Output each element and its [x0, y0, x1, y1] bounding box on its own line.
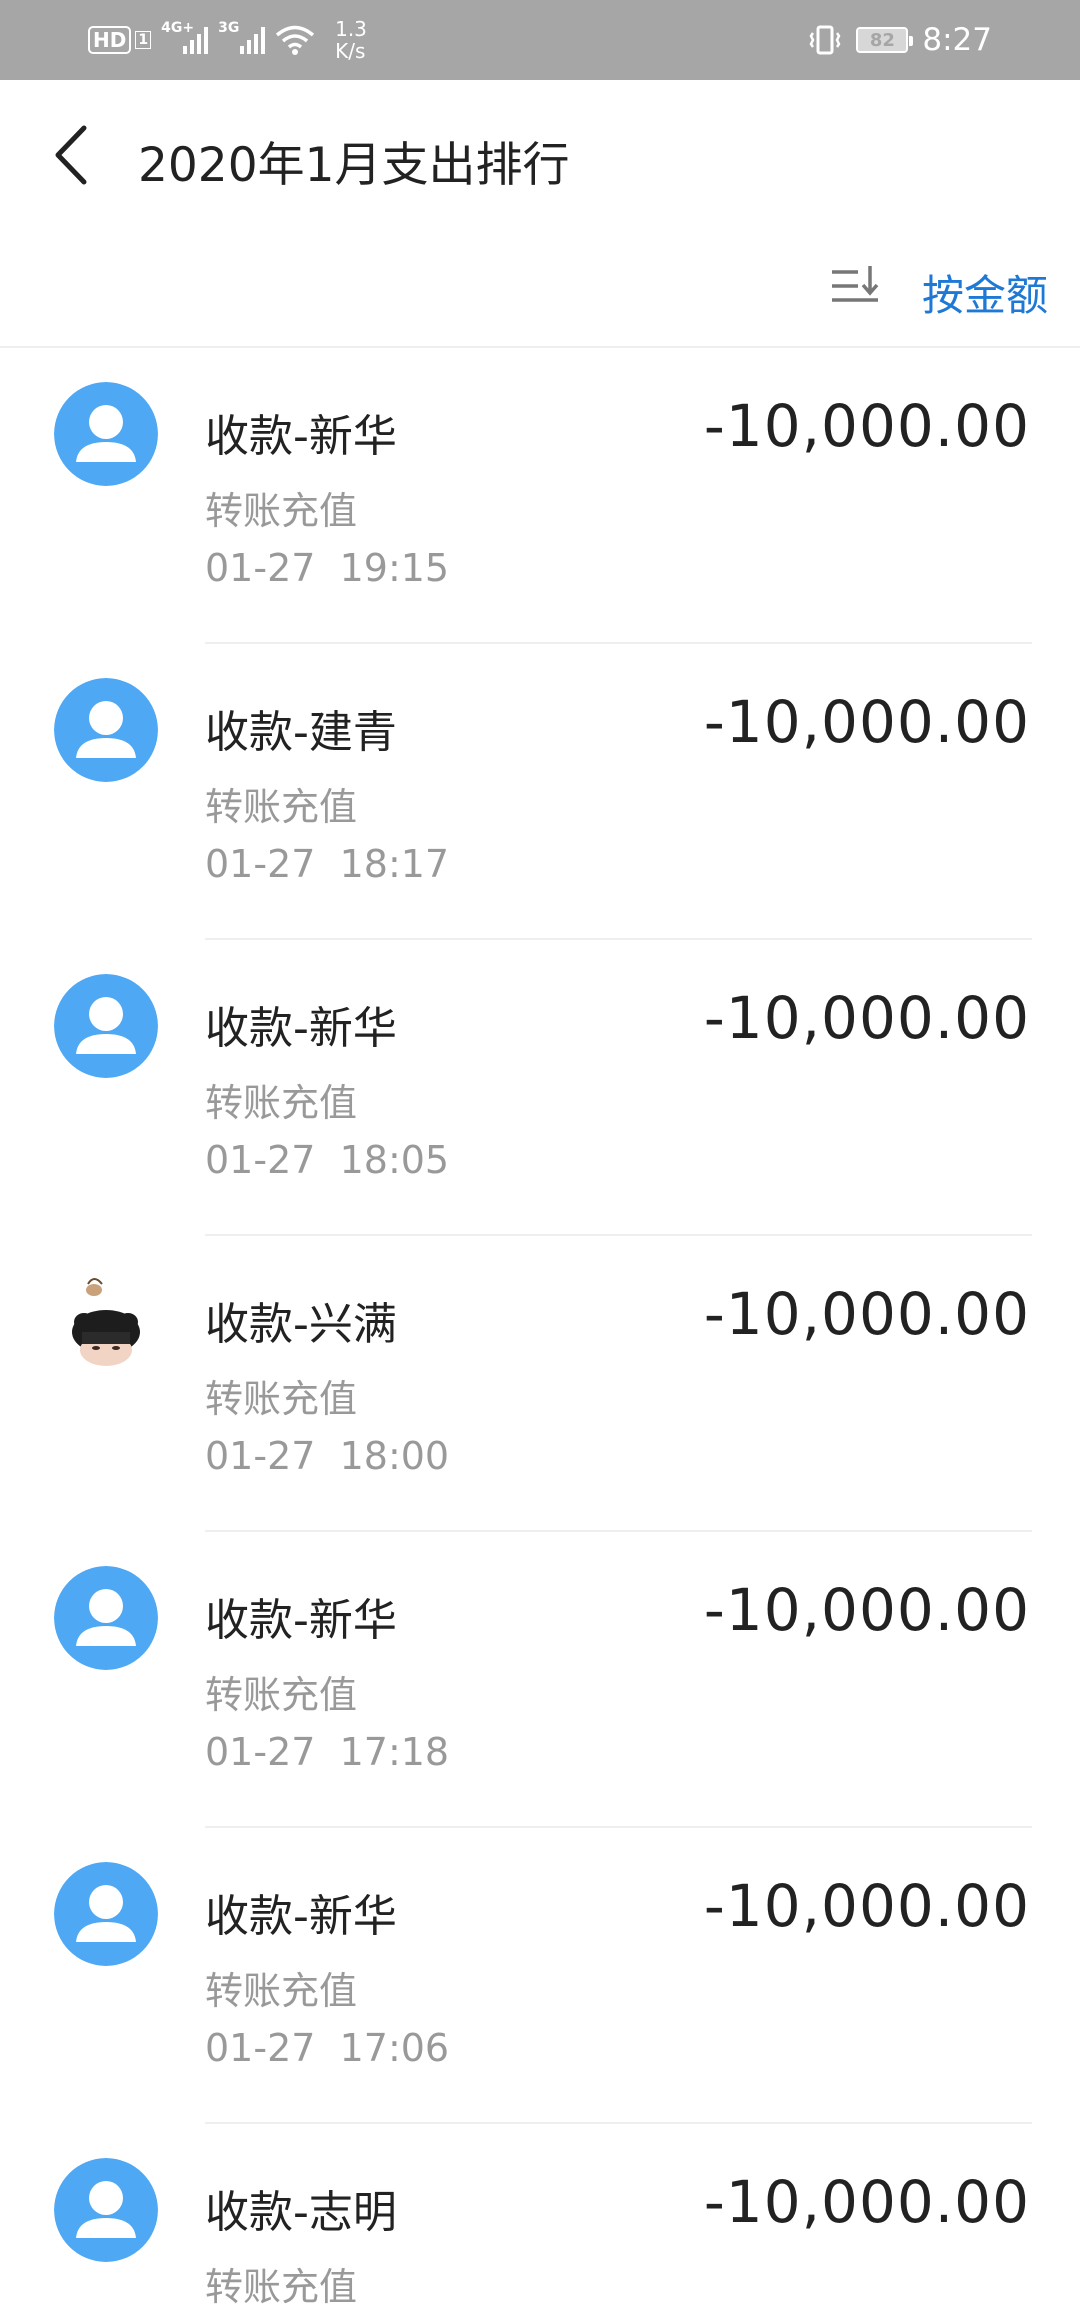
default-avatar-icon [54, 382, 158, 486]
transaction-datetime: 01-27 19:15 [205, 546, 449, 590]
clock: 8:27 [922, 22, 992, 58]
default-avatar-icon [54, 1862, 158, 1966]
list-item[interactable]: 收款-建青 转账充值 01-27 18:17 -10,000.00 [0, 644, 1080, 940]
transaction-date: 01-27 [205, 1434, 316, 1478]
battery-icon: 82 [856, 27, 914, 53]
hd-badge: HD [88, 26, 132, 54]
list-item[interactable]: 收款-兴满 转账充值 01-27 18:00 -10,000.00 [0, 1236, 1080, 1532]
list-item[interactable]: 收款-志明 转账充值 -10,000.00 [0, 2124, 1080, 2312]
default-avatar-icon [54, 974, 158, 1078]
list-item[interactable]: 收款-新华 转账充值 01-27 19:15 -10,000.00 [0, 348, 1080, 644]
default-avatar-icon [54, 1566, 158, 1670]
sort-bar: 按金额 [0, 240, 1080, 348]
transaction-time: 18:00 [339, 1434, 450, 1478]
back-arrow-icon[interactable] [48, 120, 98, 190]
status-bar: HD 1 4G+ 3G 1.3 K/s 82 8:27 [0, 0, 1080, 80]
page-title: 2020年1月支出排行 [138, 138, 570, 193]
speed-value: 1.3 [335, 17, 367, 41]
payee-name: 收款-兴满 [205, 1299, 397, 1350]
avatar [54, 1862, 158, 1966]
transaction-datetime: 01-27 17:18 [205, 1730, 449, 1774]
sim-slot-label: 1 [135, 31, 152, 49]
status-right: 82 8:27 [808, 16, 992, 64]
transaction-time: 18:17 [339, 842, 450, 886]
transaction-amount: -10,000.00 [703, 1872, 1030, 1940]
sort-by-amount-button[interactable]: 按金额 [922, 262, 1048, 323]
avatar [54, 974, 158, 1078]
transaction-type: 转账充值 [205, 1969, 358, 2013]
transaction-time: 17:18 [339, 1730, 450, 1774]
photo-avatar-icon [54, 1270, 158, 1374]
payee-name: 收款-新华 [205, 411, 397, 462]
list-item[interactable]: 收款-新华 转账充值 01-27 17:06 -10,000.00 [0, 1828, 1080, 2124]
transaction-date: 01-27 [205, 1730, 316, 1774]
payee-name: 收款-新华 [205, 1003, 397, 1054]
avatar [54, 678, 158, 782]
transaction-type: 转账充值 [205, 1081, 358, 1125]
signal-4g: 4G+ [161, 20, 209, 54]
default-avatar-icon [54, 678, 158, 782]
transaction-datetime: 01-27 18:17 [205, 842, 449, 886]
transaction-time: 17:06 [339, 2026, 450, 2070]
transaction-amount: -10,000.00 [703, 392, 1030, 460]
list-item[interactable]: 收款-新华 转账充值 01-27 18:05 -10,000.00 [0, 940, 1080, 1236]
screen: HD 1 4G+ 3G 1.3 K/s 82 8:27 2020年1月支出排行 … [0, 0, 1080, 2312]
transaction-date: 01-27 [205, 546, 316, 590]
signal-3g: 3G [218, 20, 266, 54]
payee-name: 收款-志明 [205, 2187, 397, 2238]
transaction-type: 转账充值 [205, 489, 358, 533]
transaction-time: 19:15 [339, 546, 450, 590]
sort-icon[interactable] [830, 262, 880, 312]
transaction-date: 01-27 [205, 842, 316, 886]
transaction-date: 01-27 [205, 2026, 316, 2070]
transaction-amount: -10,000.00 [703, 688, 1030, 756]
transaction-datetime: 01-27 18:00 [205, 1434, 449, 1478]
network-type-4g: 4G+ [161, 20, 195, 36]
transaction-amount: -10,000.00 [703, 1576, 1030, 1644]
network-speed: 1.3 K/s [335, 18, 367, 62]
signal-bars-icon [240, 26, 266, 54]
expense-list: 收款-新华 转账充值 01-27 19:15 -10,000.00 收款-建青 … [0, 348, 1080, 2312]
battery-level: 82 [869, 29, 895, 51]
payee-name: 收款-新华 [205, 1595, 397, 1646]
transaction-datetime: 01-27 18:05 [205, 1138, 449, 1182]
vibrate-icon [809, 25, 841, 55]
transaction-amount: -10,000.00 [703, 984, 1030, 1052]
transaction-date: 01-27 [205, 1138, 316, 1182]
transaction-time: 18:05 [339, 1138, 450, 1182]
transaction-type: 转账充值 [205, 2265, 358, 2309]
transaction-type: 转账充值 [205, 1673, 358, 1717]
header: 2020年1月支出排行 [0, 80, 1080, 230]
transaction-datetime: 01-27 17:06 [205, 2026, 449, 2070]
transaction-type: 转账充值 [205, 785, 358, 829]
wifi-icon [275, 25, 315, 55]
avatar [54, 1566, 158, 1670]
avatar [54, 1270, 158, 1374]
transaction-amount: -10,000.00 [703, 1280, 1030, 1348]
transaction-amount: -10,000.00 [703, 2168, 1030, 2236]
avatar [54, 2158, 158, 2262]
list-item[interactable]: 收款-新华 转账充值 01-27 17:18 -10,000.00 [0, 1532, 1080, 1828]
transaction-type: 转账充值 [205, 1377, 358, 1421]
payee-name: 收款-建青 [205, 707, 397, 758]
status-left: HD 1 4G+ 3G 1.3 K/s [88, 16, 367, 64]
payee-name: 收款-新华 [205, 1891, 397, 1942]
speed-unit: K/s [335, 39, 366, 63]
network-type-3g: 3G [218, 20, 240, 36]
default-avatar-icon [54, 2158, 158, 2262]
avatar [54, 382, 158, 486]
